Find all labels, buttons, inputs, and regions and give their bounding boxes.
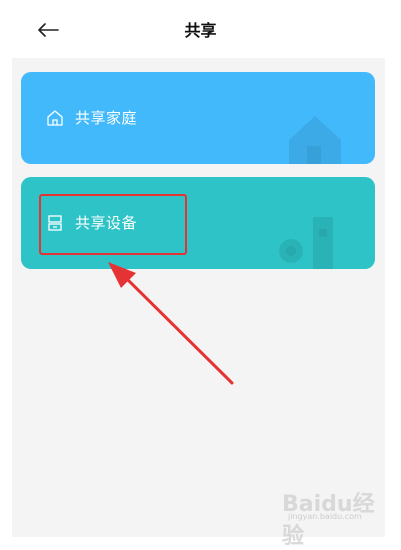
top-bar: 共享 <box>0 0 401 58</box>
highlight-box <box>39 194 187 255</box>
share-home-label: 共享家庭 <box>75 109 138 127</box>
share-home-card[interactable]: 共享家庭 <box>21 72 375 164</box>
page-title: 共享 <box>184 21 217 40</box>
watermark-subtext: jingyan.baidu.com <box>288 512 362 521</box>
device-background-icon <box>279 217 333 269</box>
house-background-icon <box>289 116 341 164</box>
watermark: Baidu经验 jingyan.baidu.com <box>282 486 382 549</box>
home-icon <box>47 110 63 126</box>
content-area: 共享家庭 共享设备 <box>12 58 385 537</box>
